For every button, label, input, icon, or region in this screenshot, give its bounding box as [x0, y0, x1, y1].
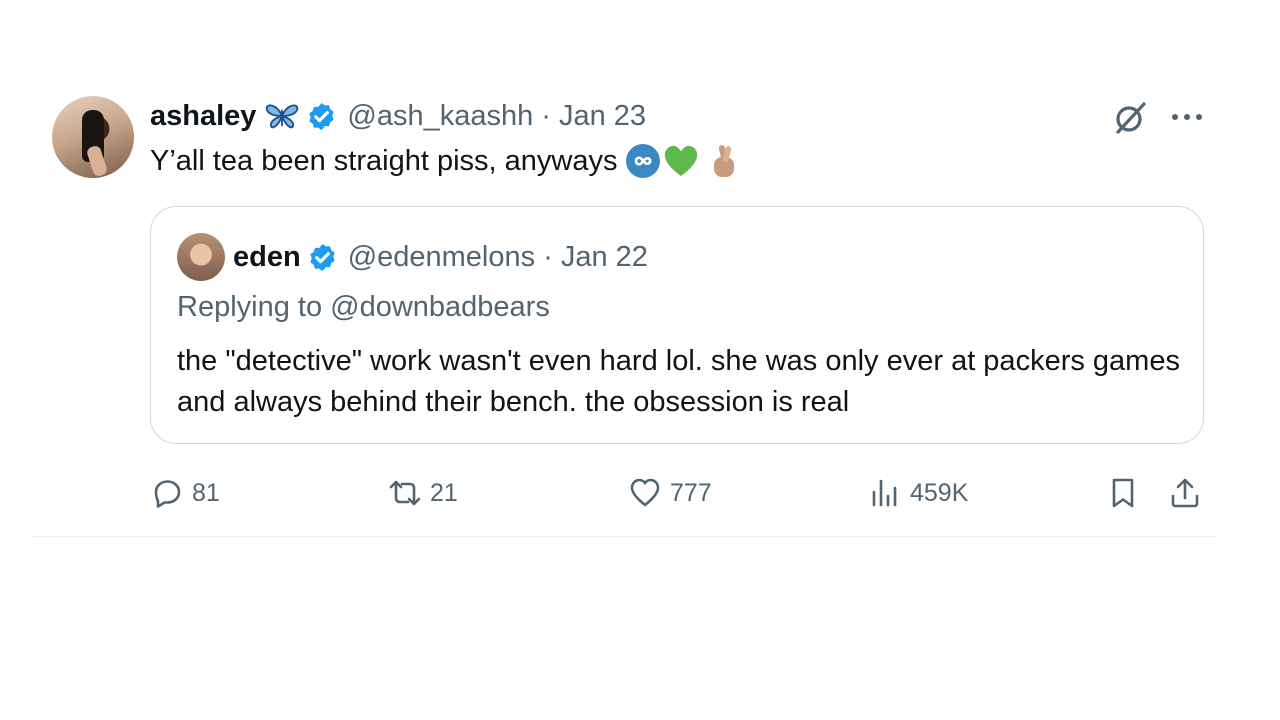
avatar-figure-leg: [85, 144, 109, 178]
header-separator: ·: [541, 99, 551, 132]
replying-to-label: Replying to @downbadbears: [177, 291, 550, 323]
quoted-tweet[interactable]: eden @edenmelons · Jan 22 Replying to @d…: [150, 206, 1204, 444]
reply-button[interactable]: 81: [150, 470, 220, 516]
tweet-header: ashaley @ash_kaashh · Jan 23: [150, 98, 646, 134]
more-options-icon[interactable]: [1170, 110, 1204, 124]
bookmark-icon: [1112, 478, 1134, 508]
tweet-actions-bar: 81 21 777 459K: [0, 470, 1280, 516]
verified-badge-icon: [309, 102, 335, 130]
post-date[interactable]: Jan 23: [559, 100, 646, 133]
like-button[interactable]: 777: [628, 470, 712, 516]
author-handle[interactable]: @ash_kaashh: [347, 100, 533, 133]
quoted-header-separator: ·: [543, 240, 553, 273]
author-avatar[interactable]: [52, 96, 134, 178]
heart-icon: [630, 478, 660, 507]
like-count: 777: [670, 478, 712, 507]
bookmark-button[interactable]: [1106, 470, 1148, 516]
repost-count: 21: [430, 478, 458, 507]
tweet-text: Y’all tea been straight piss, anyways: [150, 144, 618, 177]
share-icon: [1171, 478, 1199, 508]
repost-icon: [389, 480, 421, 506]
author-name[interactable]: ashaley: [150, 100, 256, 133]
reply-icon: [154, 480, 181, 508]
tweet[interactable]: ashaley @ash_kaashh · Jan 23 Y’all tea b…: [0, 0, 1280, 720]
grok-icon[interactable]: [1112, 100, 1148, 136]
tweet-text-line: Y’all tea been straight piss, anyways: [150, 140, 739, 182]
views-count: 459K: [910, 478, 969, 507]
verified-badge-icon: [310, 243, 335, 271]
quoted-author-name[interactable]: eden: [233, 241, 301, 274]
green-heart-emoji: [665, 145, 698, 176]
share-button[interactable]: [1168, 470, 1210, 516]
repost-button[interactable]: 21: [388, 470, 458, 516]
quoted-tweet-header: eden @edenmelons · Jan 22: [233, 237, 648, 277]
quoted-author-handle[interactable]: @edenmelons: [348, 241, 535, 274]
tweet-divider: [30, 536, 1218, 537]
quoted-tweet-text: the "detective" work wasn't even hard lo…: [177, 345, 1180, 418]
infinity-emoji: [626, 144, 661, 178]
views-chart-icon: [872, 479, 897, 507]
views-button[interactable]: 459K: [868, 470, 968, 516]
quoted-post-date[interactable]: Jan 22: [561, 241, 648, 274]
quoted-author-avatar[interactable]: [177, 233, 225, 281]
butterfly-icon: [266, 104, 299, 129]
crossed-fingers-emoji: [714, 145, 735, 177]
reply-count: 81: [192, 478, 220, 507]
